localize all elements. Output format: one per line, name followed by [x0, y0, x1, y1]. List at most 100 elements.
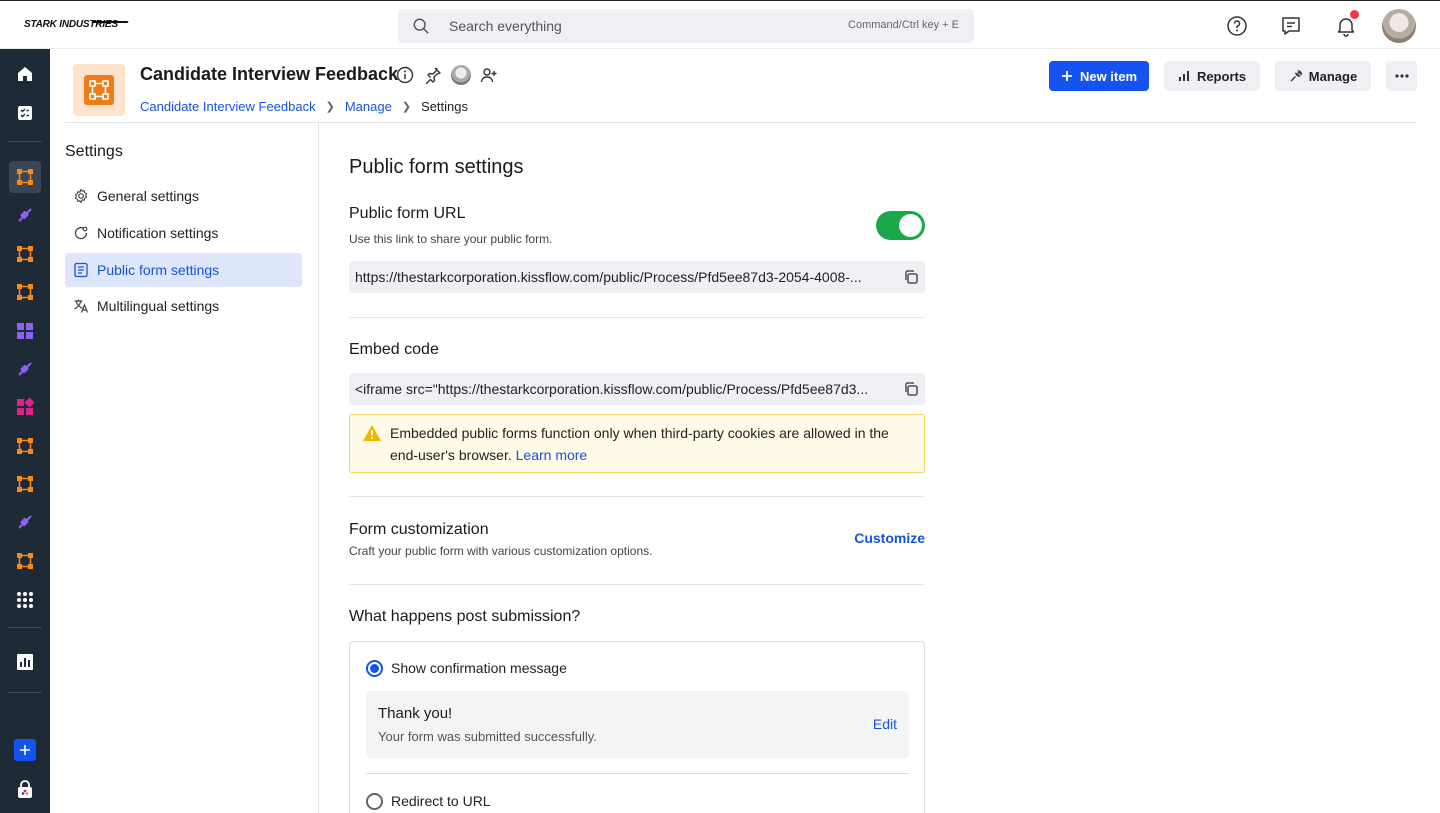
confirmation-message-card: Thank you! Your form was submitted succe…	[366, 691, 909, 758]
rail-app-7[interactable]	[9, 391, 41, 423]
top-bar: STARK INDUSTRIES Search everything Comma…	[0, 0, 1440, 49]
create-button[interactable]	[9, 734, 41, 766]
all-apps-button[interactable]	[9, 584, 41, 616]
search-input[interactable]: Search everything Command/Ctrl key + E	[398, 9, 974, 43]
process-orange-icon	[17, 284, 33, 300]
learn-more-link[interactable]: Learn more	[516, 447, 588, 463]
radio-show-confirmation[interactable]	[366, 660, 383, 677]
rail-divider	[8, 692, 42, 693]
embed-code-title: Embed code	[349, 341, 439, 358]
analytics-icon	[17, 654, 33, 670]
notifications-button[interactable]	[1330, 10, 1362, 42]
title-actions	[395, 64, 499, 86]
sidebar-item-label: General settings	[97, 188, 199, 204]
option-label-show-confirmation[interactable]: Show confirmation message	[391, 660, 567, 676]
sidebar-item-label: Public form settings	[97, 262, 220, 278]
gear-icon	[73, 188, 89, 204]
info-icon	[396, 66, 414, 84]
form-customization-subtitle: Craft your public form with various cust…	[349, 544, 653, 558]
rail-divider	[8, 627, 42, 628]
tasks-icon	[18, 106, 32, 120]
owner-avatar-image	[451, 65, 471, 85]
breadcrumb-current: Settings	[421, 99, 469, 114]
rail-app-5[interactable]	[9, 315, 41, 347]
rail-app-4[interactable]	[9, 276, 41, 308]
new-item-label: New item	[1079, 68, 1138, 84]
chevron-right-icon: ❯	[401, 101, 412, 113]
owner-avatar[interactable]	[451, 64, 471, 86]
rail-app-9[interactable]	[9, 468, 41, 500]
public-url-subtitle: Use this link to share your public form.	[349, 232, 553, 246]
breadcrumb: Candidate Interview Feedback ❯ Manage ❯ …	[140, 99, 468, 114]
option-label-redirect-url[interactable]: Redirect to URL	[391, 793, 491, 809]
messages-button[interactable]	[1275, 10, 1307, 42]
home-icon	[18, 67, 32, 81]
sidebar-item-label: Notification settings	[97, 225, 219, 241]
embed-code-value: <iframe src="https://thestarkcorporation…	[355, 381, 869, 397]
rail-app-candidate-interview-feedback[interactable]	[9, 161, 41, 193]
section-divider	[349, 584, 925, 585]
manage-label: Manage	[1308, 68, 1358, 84]
info-button[interactable]	[395, 64, 415, 86]
public-url-title: Public form URL	[349, 205, 466, 222]
help-icon	[1227, 16, 1247, 36]
breadcrumb-manage[interactable]: Manage	[345, 99, 392, 114]
integration-purple-icon	[18, 515, 32, 529]
notification-badge	[1350, 10, 1359, 19]
copy-icon[interactable]	[903, 269, 919, 285]
search-shortcut-hint: Command/Ctrl key + E	[848, 19, 959, 31]
reports-button[interactable]: Reports	[1164, 61, 1260, 91]
home-button[interactable]	[9, 58, 41, 90]
rail-app-11[interactable]	[9, 545, 41, 577]
public-form-toggle[interactable]	[876, 211, 925, 240]
plus-icon	[14, 739, 36, 761]
option-divider	[366, 773, 909, 774]
help-button[interactable]	[1221, 10, 1253, 42]
settings-sidebar: Settings General settings Notification s…	[50, 123, 319, 813]
rail-app-3[interactable]	[9, 238, 41, 270]
cookie-warning-banner: Embedded public forms function only when…	[349, 414, 925, 473]
integration-purple-icon	[18, 362, 32, 376]
confirmation-body: Your form was submitted successfully.	[378, 729, 597, 744]
rail-app-6[interactable]	[9, 353, 41, 385]
add-user-icon	[480, 68, 497, 83]
breadcrumb-app[interactable]: Candidate Interview Feedback	[140, 99, 316, 114]
page-title: Candidate Interview Feedback	[140, 64, 399, 84]
new-item-button[interactable]: New item	[1049, 61, 1149, 91]
pin-button[interactable]	[423, 64, 443, 86]
tasks-button[interactable]	[9, 97, 41, 129]
more-options-button[interactable]	[1386, 61, 1417, 91]
analytics-button[interactable]	[9, 646, 41, 678]
copy-icon[interactable]	[903, 381, 919, 397]
sidebar-item-notification-settings[interactable]: Notification settings	[65, 216, 302, 250]
rail-app-2[interactable]	[9, 199, 41, 231]
post-submission-title: What happens post submission?	[349, 608, 581, 625]
rail-app-8[interactable]	[9, 430, 41, 462]
user-avatar[interactable]	[1382, 9, 1416, 43]
process-orange-icon	[17, 553, 33, 569]
sidebar-item-multilingual-settings[interactable]: Multilingual settings	[65, 289, 302, 323]
sidebar-item-public-form-settings[interactable]: Public form settings	[65, 253, 302, 287]
public-url-field[interactable]: https://thestarkcorporation.kissflow.com…	[349, 261, 925, 293]
public-url-value: https://thestarkcorporation.kissflow.com…	[355, 269, 862, 285]
process-orange-icon	[17, 476, 33, 492]
radio-redirect-url[interactable]	[366, 793, 383, 810]
sidebar-item-general-settings[interactable]: General settings	[65, 179, 302, 213]
warning-text: Embedded public forms function only when…	[390, 425, 889, 463]
reports-label: Reports	[1196, 68, 1247, 84]
lock-icon	[18, 780, 32, 798]
confirmation-title: Thank you!	[378, 705, 453, 722]
settings-title: Settings	[65, 143, 123, 160]
form-icon	[73, 262, 89, 278]
manage-button[interactable]: Manage	[1275, 61, 1371, 91]
edit-confirmation-button[interactable]: Edit	[873, 716, 897, 732]
dashboard-purple-icon	[17, 323, 33, 339]
rail-app-10[interactable]	[9, 506, 41, 538]
add-member-button[interactable]	[479, 64, 499, 86]
more-horizontal-icon	[1394, 74, 1409, 78]
embed-code-field[interactable]: <iframe src="https://thestarkcorporation…	[349, 373, 925, 405]
customize-link[interactable]: Customize	[854, 530, 925, 546]
chat-icon	[1282, 17, 1300, 35]
integration-purple-icon	[18, 208, 32, 222]
admin-button[interactable]	[9, 773, 41, 805]
